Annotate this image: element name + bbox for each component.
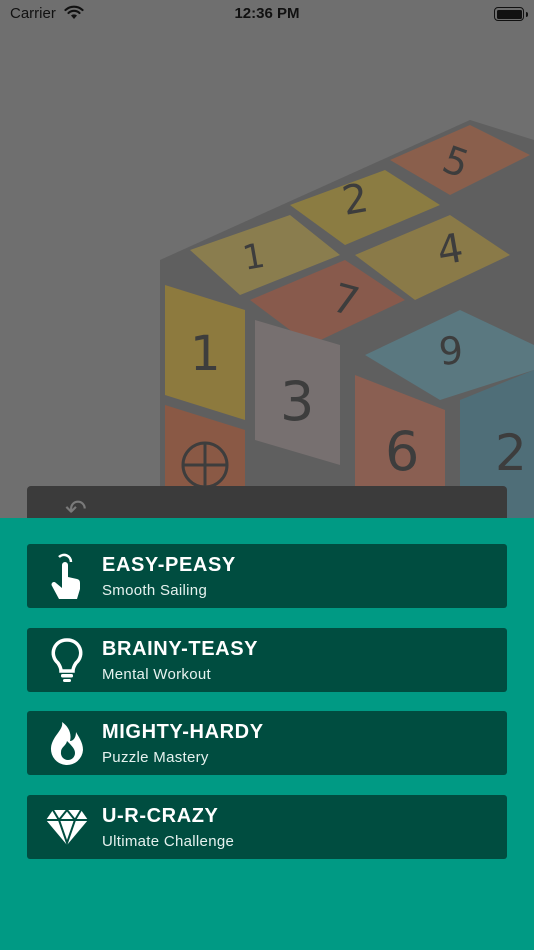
level-selection-sheet: EASY-PEASY Smooth Sailing BRAINY-TEASY M… (0, 518, 534, 950)
level-mighty-hardy-button[interactable]: MIGHTY-HARDY Puzzle Mastery (27, 711, 507, 775)
diamond-icon (45, 805, 89, 849)
level-easy-peasy-button[interactable]: EASY-PEASY Smooth Sailing (27, 544, 507, 608)
svg-text:3: 3 (280, 370, 314, 433)
level-title: EASY-PEASY (102, 554, 236, 576)
svg-text:6: 6 (385, 420, 419, 483)
level-title: BRAINY-TEASY (102, 638, 259, 660)
svg-text:2: 2 (495, 424, 527, 482)
svg-text:9: 9 (437, 328, 465, 374)
battery-icon (494, 7, 528, 21)
level-subtitle: Ultimate Challenge (102, 833, 235, 850)
level-brainy-teasy-button[interactable]: BRAINY-TEASY Mental Workout (27, 628, 507, 692)
background-cube-image: 1 2 5 7 4 9 1 3 6 2 (0, 0, 534, 520)
level-title: MIGHTY-HARDY (102, 721, 264, 743)
level-title: U-R-CRAZY (102, 805, 219, 827)
level-subtitle: Smooth Sailing (102, 582, 208, 599)
svg-text:1: 1 (190, 326, 221, 382)
level-subtitle: Mental Workout (102, 666, 211, 683)
level-u-r-crazy-button[interactable]: U-R-CRAZY Ultimate Challenge (27, 795, 507, 859)
clock: 12:36 PM (234, 5, 300, 22)
tap-hand-icon (45, 553, 89, 599)
lightbulb-icon (45, 638, 89, 682)
level-subtitle: Puzzle Mastery (102, 749, 209, 766)
status-bar: Carrier 12:36 PM (0, 0, 534, 30)
flame-icon (45, 721, 89, 766)
